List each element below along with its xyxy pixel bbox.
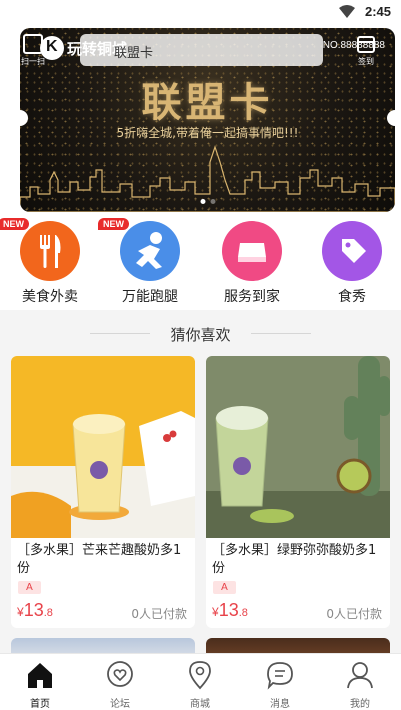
tab-messages[interactable]: 消息 [240, 658, 320, 710]
tab-label: 我的 [350, 699, 370, 710]
tab-home[interactable]: 首页 [0, 658, 80, 710]
user-icon [347, 662, 373, 689]
divider-right [251, 333, 311, 334]
product-price: ¥13.8 [212, 600, 248, 621]
category-label: 万能跑腿 [122, 289, 178, 305]
carousel-dot[interactable] [210, 199, 215, 204]
category-food-show[interactable]: 食秀 [310, 218, 390, 308]
tab-label: 首页 [30, 699, 50, 710]
home-icon [28, 663, 52, 688]
forum-heart-icon [107, 661, 133, 687]
search-bar[interactable]: 联盟卡 [80, 34, 323, 66]
tab-profile[interactable]: 我的 [320, 658, 400, 710]
product-image-mango [11, 356, 195, 538]
tab-label: 论坛 [110, 699, 130, 710]
category-grid: NEW 美食外卖 NEW 万能跑腿 服务到家 食秀 [0, 218, 401, 310]
price-decimal: .8 [238, 607, 248, 619]
price-currency: ¥ [17, 605, 24, 619]
wifi-icon [339, 5, 355, 18]
category-label: 美食外卖 [22, 289, 78, 305]
product-tag: A [18, 581, 41, 594]
logo-letter: K [46, 38, 58, 55]
tag-icon [322, 221, 382, 281]
sold-count: 0人已付款 [326, 607, 382, 621]
new-badge: NEW [98, 218, 129, 230]
banner-title: 联盟卡 [141, 79, 274, 126]
tab-label: 消息 [270, 699, 290, 710]
app-screen: 2:45 联盟卡 5折嗨全城,带着俺一起搞事情吧!!! NO.88888888 … [0, 0, 401, 710]
tab-mall[interactable]: 商城 [160, 658, 240, 710]
product-image-kiwi [206, 356, 390, 538]
tab-label: 商城 [190, 699, 210, 710]
calendar-icon [357, 36, 375, 53]
category-home-service[interactable]: 服务到家 [210, 218, 290, 308]
section-header: 猜你喜欢 [0, 316, 401, 352]
category-label: 食秀 [338, 289, 366, 305]
map-pin-icon [189, 661, 211, 690]
product-tag: A [213, 581, 236, 594]
category-food-delivery[interactable]: NEW 美食外卖 [0, 218, 88, 308]
bottom-tab-bar: 首页 论坛 商城 消息 我的 [0, 653, 401, 710]
product-name: ［多水果］绿野弥弥酸奶多1份 [212, 543, 377, 576]
chat-icon [267, 662, 293, 690]
status-bar: 2:45 [0, 0, 401, 26]
product-card[interactable]: ［多水果］绿野弥弥酸奶多1份 A ¥13.8 0人已付款 [206, 356, 390, 628]
new-badge: NEW [0, 218, 29, 230]
home-service-icon [222, 221, 282, 281]
product-name: ［多水果］芒来芒趣酸奶多1份 [17, 543, 182, 576]
sold-count: 0人已付款 [131, 607, 187, 621]
banner-slogan: 5折嗨全城,带着俺一起搞事情吧!!! [116, 126, 299, 140]
section-title: 猜你喜欢 [170, 326, 231, 344]
price-integer: 13 [23, 600, 44, 620]
category-label: 服务到家 [224, 289, 280, 305]
sign-in-button[interactable]: 签到 [353, 34, 379, 68]
product-price: ¥13.8 [17, 600, 53, 621]
running-person-icon [120, 221, 180, 281]
price-decimal: .8 [43, 607, 53, 619]
fork-knife-icon [20, 221, 80, 281]
status-time: 2:45 [364, 4, 391, 19]
sign-in-label: 签到 [358, 57, 374, 66]
carousel-dot[interactable] [200, 199, 205, 204]
category-errand[interactable]: NEW 万能跑腿 [98, 218, 188, 308]
search-text: 联盟卡 [114, 46, 154, 61]
product-card[interactable]: ［多水果］芒来芒趣酸奶多1份 A ¥13.8 0人已付款 [11, 356, 195, 628]
price-integer: 13 [218, 600, 239, 620]
carousel-dots [200, 199, 215, 204]
price-currency: ¥ [212, 605, 219, 619]
tab-forum[interactable]: 论坛 [80, 658, 160, 710]
